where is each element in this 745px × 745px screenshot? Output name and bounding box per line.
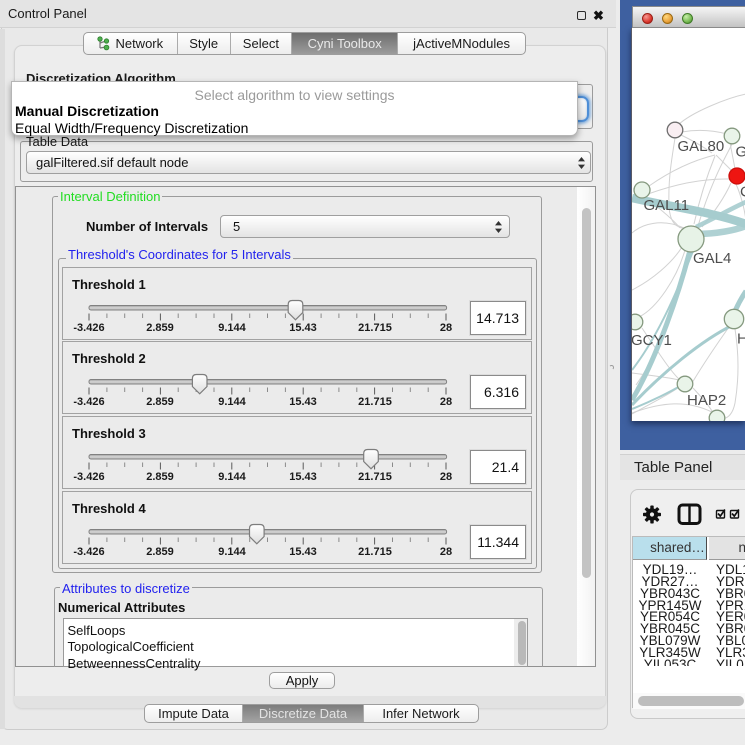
svg-text:GAL80: GAL80 [678, 138, 725, 155]
svg-text:H: H [737, 331, 745, 348]
svg-text:C: C [740, 184, 745, 201]
svg-text:GAL11: GAL11 [644, 197, 690, 214]
svg-text:HAP2: HAP2 [687, 392, 726, 409]
svg-text:GCY1: GCY1 [632, 332, 672, 349]
svg-text:GA: GA [736, 144, 745, 161]
svg-text:GAL4: GAL4 [693, 250, 731, 267]
